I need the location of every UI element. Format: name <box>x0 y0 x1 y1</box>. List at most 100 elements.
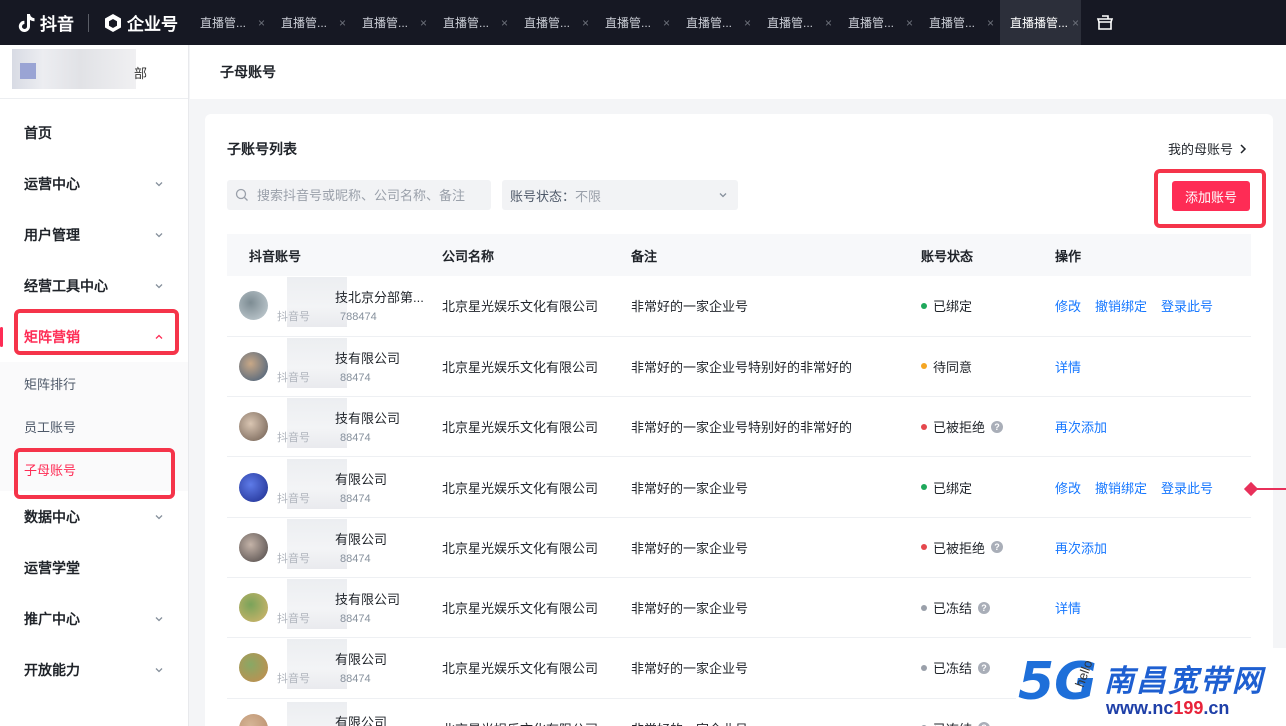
close-icon[interactable]: × <box>420 16 427 30</box>
help-icon[interactable]: ? <box>978 601 991 614</box>
tab-live-management[interactable]: 直播管... × <box>190 0 271 45</box>
my-parent-account-link[interactable]: 我的母账号 <box>1168 139 1247 158</box>
chevron-down-icon <box>155 616 163 621</box>
help-icon[interactable]: ? <box>978 661 991 674</box>
shop-icon[interactable] <box>1095 13 1115 33</box>
tab-live-management[interactable]: 直播管... × <box>595 0 676 45</box>
sidebar-item-promotion[interactable]: 推广中心 <box>0 593 188 644</box>
account-id-prefix: 抖音号 <box>277 432 310 445</box>
account-nickname: 有限公司 <box>335 714 388 726</box>
status-badge: 已被拒绝? <box>921 538 1055 557</box>
sidebar-item-matrix-marketing[interactable]: 矩阵营销 <box>0 311 188 362</box>
note-cell: 非常好的一家企业号特别好的非常好的 <box>631 359 853 375</box>
company-cell: 北京星光娱乐文化有限公司 <box>442 299 599 315</box>
close-icon[interactable]: × <box>987 16 994 30</box>
actions-cell: 再次添加 <box>1055 517 1251 577</box>
tab-live-management[interactable]: 直播管... × <box>433 0 514 45</box>
tab-live-management[interactable]: 直播管... × <box>919 0 1000 45</box>
status-filter-value: 不限 <box>575 188 602 204</box>
sidebar-subitem-employee-accounts[interactable]: 员工账号 <box>0 405 188 448</box>
sidebar-item-label: 矩阵营销 <box>24 328 80 345</box>
brand-divider <box>88 13 89 32</box>
account-nickname: 技北京分部第... <box>335 290 424 306</box>
sidebar-subitem-matrix-ranking[interactable]: 矩阵排行 <box>0 362 188 405</box>
help-icon[interactable]: ? <box>978 722 991 726</box>
status-badge: 已绑定 <box>921 478 1055 497</box>
close-icon[interactable]: × <box>258 16 265 30</box>
status-filter-label: 账号状态： <box>510 188 576 204</box>
close-icon[interactable]: × <box>663 16 670 30</box>
help-icon[interactable]: ? <box>991 420 1004 433</box>
tab-label: 直播管... <box>686 16 733 30</box>
help-icon[interactable]: ? <box>991 541 1004 554</box>
row-action-link[interactable]: 再次添加 <box>1055 420 1107 435</box>
tab-live-management[interactable]: 直播播管... × <box>1000 0 1081 45</box>
note-cell: 非常好的一家企业号 <box>631 480 749 496</box>
account-id-suffix: 88474 <box>340 552 371 565</box>
tab-live-management[interactable]: 直播管... × <box>352 0 433 45</box>
account-nickname: 有限公司 <box>335 652 388 668</box>
row-action-link[interactable]: 再次添加 <box>1055 541 1107 556</box>
status-dot <box>921 423 927 430</box>
sidebar-subitem-parent-child-accounts[interactable]: 子母账号 <box>0 448 188 491</box>
tab-live-management[interactable]: 直播管... × <box>838 0 919 45</box>
table-row: 技北京分部第... 抖音号 788474 北京星光娱乐文化有限公司 非常好的一家企业号 已… <box>227 276 1251 337</box>
account-switcher[interactable]: 部 <box>0 45 188 99</box>
row-action-link[interactable]: 详情 <box>1055 360 1081 375</box>
row-action-link[interactable]: 撤销绑定 <box>1095 299 1147 314</box>
search-input[interactable] <box>227 180 491 210</box>
tab-live-management[interactable]: 直播管... × <box>271 0 352 45</box>
account-id-suffix: 788474 <box>340 311 377 324</box>
status-dot <box>921 664 927 671</box>
note-cell: 非常好的一家企业号 <box>631 661 749 677</box>
sidebar-item-users[interactable]: 用户管理 <box>0 209 188 260</box>
status-filter-select[interactable]: 账号状态：不限 <box>502 180 738 210</box>
add-account-button[interactable]: 添加账号 <box>1172 181 1250 211</box>
status-badge: 已绑定 <box>921 296 1055 315</box>
tab-live-management[interactable]: 直播管... × <box>757 0 838 45</box>
row-action-link[interactable]: 登录此号 <box>1161 299 1213 314</box>
enterprise-logo[interactable]: 企业号 <box>103 10 178 35</box>
tab-strip: 直播管... × 直播管... × 直播管... × 直播管... × 直播管... × 直播管..… <box>190 0 1081 45</box>
account-id-prefix: 抖音号 <box>277 311 310 324</box>
actions-cell: 再次添加 <box>1055 397 1251 457</box>
tab-label: 直播播管... <box>1010 16 1069 30</box>
row-action-link[interactable]: 登录此号 <box>1161 481 1213 496</box>
row-action-link[interactable]: 修改 <box>1055 481 1081 496</box>
status-dot <box>921 544 927 551</box>
sidebar-item-academy[interactable]: 运营学堂 <box>0 542 188 593</box>
tab-live-management[interactable]: 直播管... × <box>676 0 757 45</box>
sidebar-item-business-tools[interactable]: 经营工具中心 <box>0 260 188 311</box>
table-row: 有限公司 抖音号 88474 北京星光娱乐文化有限公司 非常好的一家企业号 已绑定 修改 撤销… <box>227 457 1251 518</box>
row-action-link[interactable]: 撤销绑定 <box>1095 481 1147 496</box>
account-id-prefix: 抖音号 <box>277 552 310 565</box>
avatar <box>239 412 268 442</box>
close-icon[interactable]: × <box>906 16 913 30</box>
close-icon[interactable]: × <box>1072 16 1079 30</box>
account-cell: 有限公司 抖音号 88474 <box>227 458 442 509</box>
status-text: 已冻结 <box>933 719 972 726</box>
status-badge: 已冻结? <box>921 598 1055 617</box>
close-icon[interactable]: × <box>825 16 832 30</box>
row-action-link[interactable]: 详情 <box>1055 601 1081 616</box>
col-header-note: 备注 <box>631 248 658 264</box>
sidebar-item-open-capabilities[interactable]: 开放能力 <box>0 644 188 695</box>
sidebar: 部 首页 运营中心 用户管理 经营工具中心 矩阵营销 矩阵排行 员工账号 子母账… <box>0 45 189 726</box>
account-id-suffix: 88474 <box>340 673 371 686</box>
close-icon[interactable]: × <box>582 16 589 30</box>
sidebar-item-operations[interactable]: 运营中心 <box>0 158 188 209</box>
tab-label: 直播管... <box>362 16 409 30</box>
douyin-logo[interactable]: 抖音 <box>18 10 74 35</box>
sidebar-item-data-center[interactable]: 数据中心 <box>0 491 188 542</box>
col-header-account: 抖音账号 <box>249 248 302 264</box>
tab-live-management[interactable]: 直播管... × <box>514 0 595 45</box>
watermark-url: www.nc199.cn <box>1106 698 1229 719</box>
close-icon[interactable]: × <box>339 16 346 30</box>
sidebar-item-home[interactable]: 首页 <box>0 107 188 158</box>
close-icon[interactable]: × <box>744 16 751 30</box>
row-action-link[interactable]: 修改 <box>1055 299 1081 314</box>
close-icon[interactable]: × <box>501 16 508 30</box>
search-icon <box>235 188 248 201</box>
account-id-suffix: 88474 <box>340 613 371 626</box>
status-dot <box>921 604 927 611</box>
